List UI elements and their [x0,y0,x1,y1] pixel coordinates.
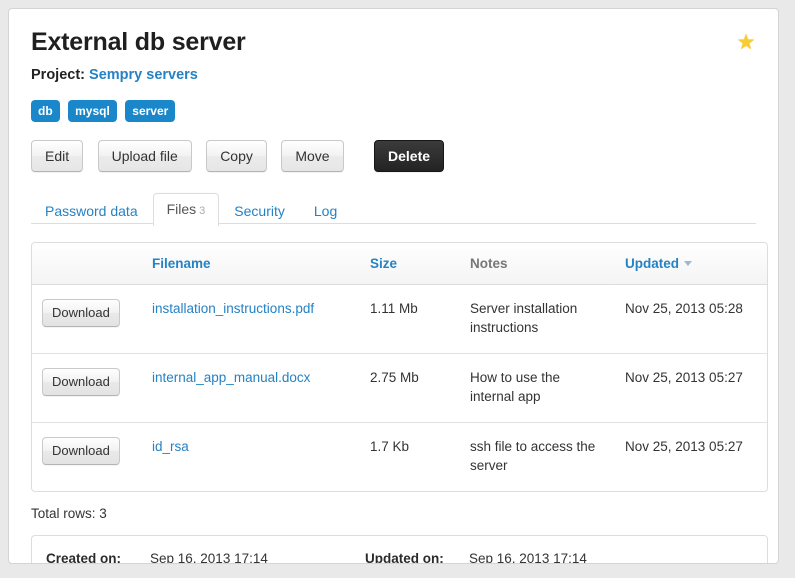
tab-label: Security [234,203,285,219]
tab-files[interactable]: Files 3 [152,193,220,227]
record-card: External db server Project: Sempry serve… [8,8,779,564]
meta-row-created: Created on: Sep 16, 2013 17:14 Updated o… [46,547,753,564]
column-header-filename: Filename [142,243,360,285]
column-header-download [32,243,142,285]
cell-download: Download [32,353,142,423]
cell-size: 1.7 Kb [370,439,410,454]
copy-button[interactable]: Copy [206,140,267,172]
column-header-notes-label: Notes [470,256,508,271]
tab-label: Log [313,203,338,219]
project-label: Project: [31,67,85,83]
page-background: External db server Project: Sempry serve… [0,0,795,578]
cell-updated: Nov 25, 2013 05:28 [615,284,767,354]
upload-file-button[interactable]: Upload file [97,140,192,172]
header: External db server Project: Sempry serve… [31,27,756,84]
cell-updated: Nov 25, 2013 05:27 [615,353,767,423]
column-header-notes: Notes [460,243,615,285]
updated-on-label: Updated on: [365,551,444,564]
table-row: Download installation_instructions.pdf 1… [32,284,767,354]
cell-download: Download [32,423,142,492]
sort-descending-caret-icon[interactable] [684,260,692,266]
tab-label: Files [166,201,197,217]
cell-filename: internal_app_manual.docx [142,353,360,423]
tag-list: db mysql server [31,100,756,122]
delete-button[interactable]: Delete [374,140,445,172]
cell-size: 1.11 Mb [360,284,460,354]
cell-filename: installation_instructions.pdf [142,284,360,354]
download-button[interactable]: Download [42,299,120,327]
table-row: Download internal_app_manual.docx 2.75 M… [32,353,767,423]
tab-log[interactable]: Log [300,195,351,226]
tag-item[interactable]: server [125,100,176,122]
tab-password-data[interactable]: Password data [31,195,152,226]
total-rows-label: Total rows: 3 [31,506,107,521]
updated-on-value: Sep 16, 2013 17:14 [469,551,587,564]
cell-notes: Server installation instructions [460,284,615,354]
action-toolbar: Edit Upload file Copy Move Delete [31,140,756,172]
page-title: External db server [31,28,246,56]
file-link[interactable]: installation_instructions.pdf [152,301,314,316]
file-link[interactable]: internal_app_manual.docx [152,370,310,385]
cell-updated: Nov 25, 2013 05:27 [625,439,743,454]
files-table-head: Filename Size Notes Updated [32,243,767,285]
edit-button[interactable]: Edit [31,140,84,172]
table-row: Download id_rsa 1.7 Kb ssh file to acces… [32,423,767,492]
download-button[interactable]: Download [42,368,120,396]
project-line: Project: Sempry servers [31,66,756,84]
files-table-body: Download installation_instructions.pdf 1… [32,284,767,492]
card-inner: External db server Project: Sempry serve… [9,9,778,564]
tab-security[interactable]: Security [220,195,299,226]
cell-size: 2.75 Mb [360,353,460,423]
cell-filename: id_rsa [142,423,360,492]
file-link[interactable]: id_rsa [152,439,189,454]
table-header-row: Filename Size Notes Updated [32,243,767,285]
files-table: Filename Size Notes Updated Download ins… [32,243,767,492]
meta-table: Created on: Sep 16, 2013 17:14 Updated o… [46,547,753,564]
column-header-updated: Updated [615,243,767,285]
column-header-size: Size [360,243,460,285]
cell-notes: ssh file to access the server [470,439,596,473]
files-table-container: Filename Size Notes Updated Download ins… [31,242,768,492]
tab-label: Password data [45,203,138,219]
sort-updated-link[interactable]: Updated [625,256,679,271]
record-meta-box: Created on: Sep 16, 2013 17:14 Updated o… [31,535,768,564]
tag-item[interactable]: db [31,100,60,122]
created-on-label: Created on: [46,551,122,564]
sort-size-link[interactable]: Size [370,256,397,271]
tab-bar: Password data Files 3 Security Log [31,192,756,227]
project-link[interactable]: Sempry servers [89,67,198,83]
created-on-value: Sep 16, 2013 17:14 [150,551,268,564]
tab-count-badge: 3 [199,205,206,217]
move-button[interactable]: Move [281,140,344,172]
sort-filename-link[interactable]: Filename [152,256,211,271]
favorite-star-icon[interactable]: ★ [736,32,756,53]
tag-item[interactable]: mysql [68,100,117,122]
cell-download: Download [32,284,142,354]
download-button[interactable]: Download [42,437,120,465]
cell-notes: How to use the internal app [460,353,615,423]
